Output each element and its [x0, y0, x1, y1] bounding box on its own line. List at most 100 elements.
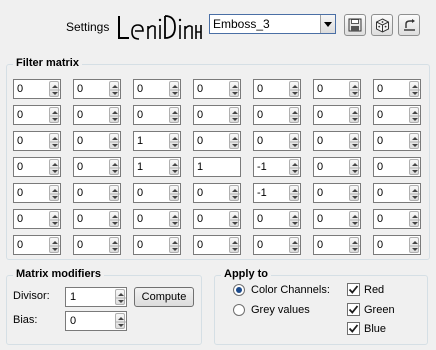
matrix-cell-r7-c3[interactable]: 0 [133, 235, 181, 255]
matrix-cell-r2-c4[interactable]: 0 [193, 105, 241, 125]
matrix-cell-r1-c7[interactable]: 0 [373, 79, 421, 99]
bias-spinner[interactable] [115, 313, 126, 329]
matrix-cell-r4-c4[interactable]: 1 [193, 157, 241, 177]
matrix-cell-spinner[interactable] [109, 133, 120, 149]
matrix-cell-spinner[interactable] [289, 185, 300, 201]
matrix-cell-r1-c2[interactable]: 0 [73, 79, 121, 99]
blue-checkbox[interactable] [347, 322, 360, 335]
matrix-cell-spinner[interactable] [229, 107, 240, 123]
matrix-cell-spinner[interactable] [169, 211, 180, 227]
matrix-cell-spinner[interactable] [49, 237, 60, 253]
matrix-cell-spinner[interactable] [349, 237, 360, 253]
matrix-cell-spinner[interactable] [109, 237, 120, 253]
bias-field[interactable]: 0 [65, 311, 127, 331]
matrix-cell-r4-c7[interactable]: 0 [373, 157, 421, 177]
matrix-cell-r6-c3[interactable]: 0 [133, 209, 181, 229]
matrix-cell-spinner[interactable] [49, 133, 60, 149]
matrix-cell-spinner[interactable] [229, 81, 240, 97]
matrix-cell-r2-c5[interactable]: 0 [253, 105, 301, 125]
matrix-cell-spinner[interactable] [169, 133, 180, 149]
matrix-cell-spinner[interactable] [169, 107, 180, 123]
matrix-cell-r5-c3[interactable]: 0 [133, 183, 181, 203]
matrix-cell-spinner[interactable] [349, 159, 360, 175]
matrix-cell-r6-c2[interactable]: 0 [73, 209, 121, 229]
matrix-cell-spinner[interactable] [169, 159, 180, 175]
matrix-cell-spinner[interactable] [409, 133, 420, 149]
matrix-cell-r3-c4[interactable]: 0 [193, 131, 241, 151]
matrix-cell-spinner[interactable] [289, 107, 300, 123]
matrix-cell-spinner[interactable] [409, 81, 420, 97]
matrix-cell-r3-c7[interactable]: 0 [373, 131, 421, 151]
matrix-cell-spinner[interactable] [109, 185, 120, 201]
matrix-cell-r6-c5[interactable]: 0 [253, 209, 301, 229]
matrix-cell-spinner[interactable] [49, 81, 60, 97]
matrix-cell-spinner[interactable] [49, 159, 60, 175]
grey-values-radio[interactable] [233, 304, 245, 316]
matrix-cell-r5-c5[interactable]: -1 [253, 183, 301, 203]
matrix-cell-spinner[interactable] [349, 211, 360, 227]
matrix-cell-spinner[interactable] [289, 159, 300, 175]
preset-dropdown[interactable]: Emboss_3 [209, 14, 336, 34]
matrix-cell-spinner[interactable] [349, 185, 360, 201]
matrix-cell-spinner[interactable] [289, 133, 300, 149]
red-checkbox[interactable] [347, 283, 360, 296]
matrix-cell-spinner[interactable] [49, 185, 60, 201]
matrix-cell-r2-c6[interactable]: 0 [313, 105, 361, 125]
matrix-cell-r1-c6[interactable]: 0 [313, 79, 361, 99]
matrix-cell-r5-c2[interactable]: 0 [73, 183, 121, 203]
matrix-cell-spinner[interactable] [109, 159, 120, 175]
matrix-cell-spinner[interactable] [49, 107, 60, 123]
matrix-cell-r3-c2[interactable]: 0 [73, 131, 121, 151]
matrix-cell-r4-c3[interactable]: 1 [133, 157, 181, 177]
matrix-cell-r3-c1[interactable]: 0 [13, 131, 61, 151]
matrix-cell-r5-c6[interactable]: 0 [313, 183, 361, 203]
matrix-cell-spinner[interactable] [229, 237, 240, 253]
matrix-cell-spinner[interactable] [109, 107, 120, 123]
matrix-cell-r2-c2[interactable]: 0 [73, 105, 121, 125]
divisor-field[interactable]: 1 [65, 287, 127, 307]
matrix-cell-r1-c3[interactable]: 0 [133, 79, 181, 99]
matrix-cell-spinner[interactable] [409, 159, 420, 175]
matrix-cell-spinner[interactable] [229, 133, 240, 149]
matrix-cell-spinner[interactable] [349, 81, 360, 97]
chevron-down-icon[interactable] [320, 15, 335, 33]
color-channels-radio[interactable] [233, 284, 245, 296]
matrix-cell-r4-c5[interactable]: -1 [253, 157, 301, 177]
matrix-cell-r7-c6[interactable]: 0 [313, 235, 361, 255]
matrix-cell-spinner[interactable] [169, 81, 180, 97]
matrix-cell-spinner[interactable] [49, 211, 60, 227]
matrix-cell-spinner[interactable] [289, 81, 300, 97]
matrix-cell-r7-c4[interactable]: 0 [193, 235, 241, 255]
matrix-cell-r3-c6[interactable]: 0 [313, 131, 361, 151]
matrix-cell-r2-c3[interactable]: 0 [133, 105, 181, 125]
matrix-cell-spinner[interactable] [289, 237, 300, 253]
matrix-cell-r6-c4[interactable]: 0 [193, 209, 241, 229]
save-button[interactable] [344, 14, 366, 36]
matrix-cell-r1-c4[interactable]: 0 [193, 79, 241, 99]
matrix-cell-spinner[interactable] [349, 107, 360, 123]
matrix-cell-spinner[interactable] [409, 185, 420, 201]
matrix-cell-r6-c1[interactable]: 0 [13, 209, 61, 229]
random-button[interactable] [371, 14, 393, 36]
matrix-cell-r6-c6[interactable]: 0 [313, 209, 361, 229]
matrix-cell-spinner[interactable] [409, 211, 420, 227]
matrix-cell-r4-c1[interactable]: 0 [13, 157, 61, 177]
compute-button[interactable]: Compute [134, 287, 194, 307]
matrix-cell-spinner[interactable] [169, 237, 180, 253]
matrix-cell-r7-c5[interactable]: 0 [253, 235, 301, 255]
reset-button[interactable] [398, 14, 420, 36]
matrix-cell-r1-c5[interactable]: 0 [253, 79, 301, 99]
matrix-cell-r7-c1[interactable]: 0 [13, 235, 61, 255]
matrix-cell-r6-c7[interactable]: 0 [373, 209, 421, 229]
matrix-cell-spinner[interactable] [109, 211, 120, 227]
matrix-cell-r4-c6[interactable]: 0 [313, 157, 361, 177]
matrix-cell-spinner[interactable] [289, 211, 300, 227]
matrix-cell-r5-c7[interactable]: 0 [373, 183, 421, 203]
matrix-cell-r3-c5[interactable]: 0 [253, 131, 301, 151]
matrix-cell-r5-c1[interactable]: 0 [13, 183, 61, 203]
green-checkbox[interactable] [347, 303, 360, 316]
matrix-cell-spinner[interactable] [409, 237, 420, 253]
matrix-cell-spinner[interactable] [349, 133, 360, 149]
matrix-cell-r2-c1[interactable]: 0 [13, 105, 61, 125]
matrix-cell-r4-c2[interactable]: 0 [73, 157, 121, 177]
